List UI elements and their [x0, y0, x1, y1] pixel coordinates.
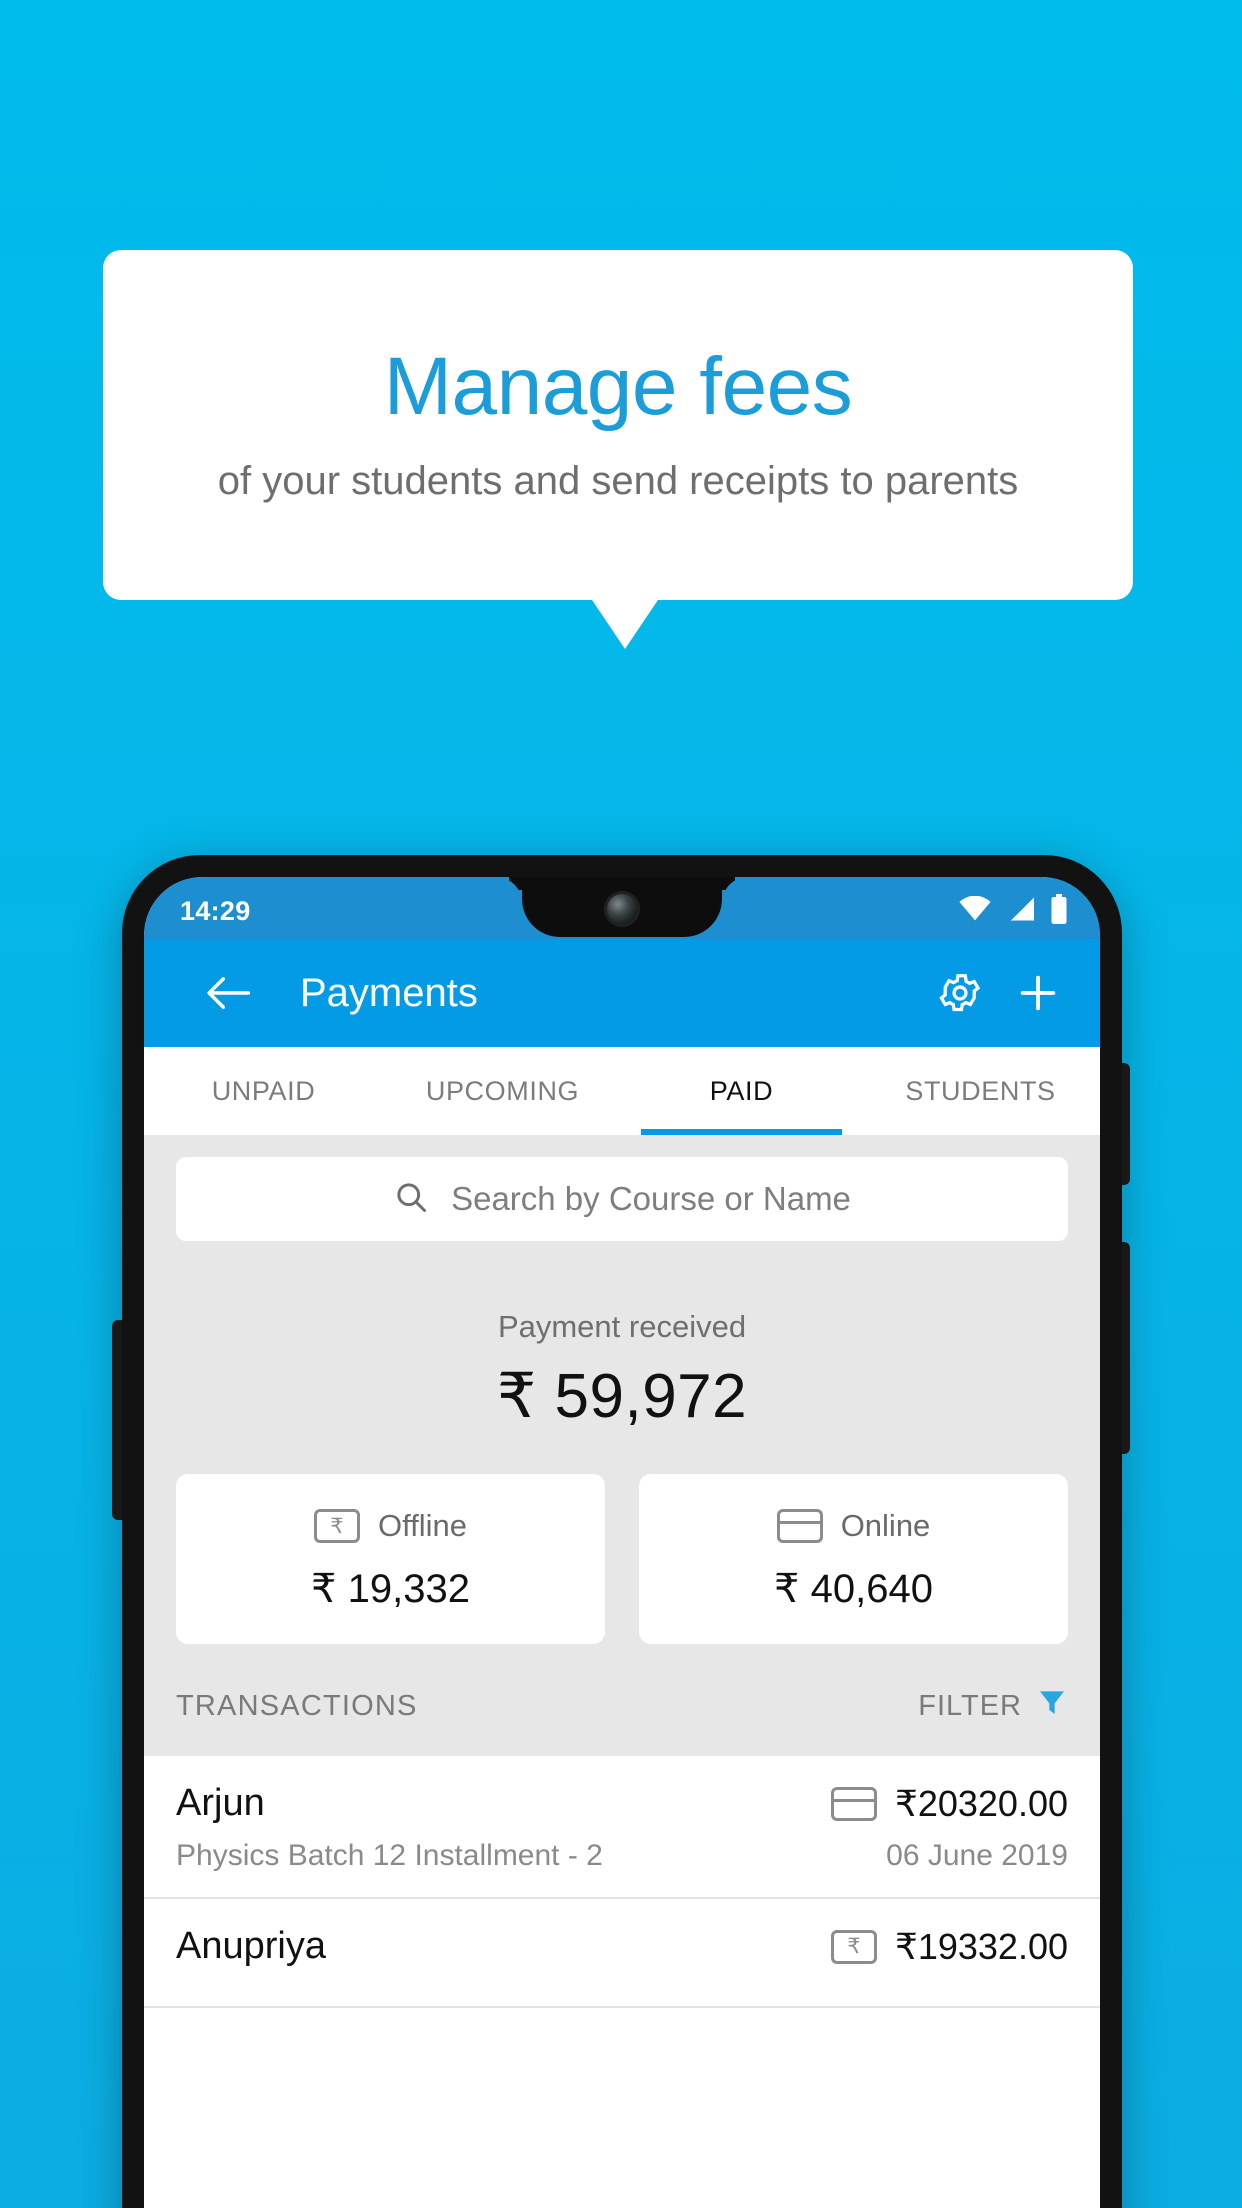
app-viewport: 14:29 Payments UNPAID UPCOMING PAID STUD…	[144, 877, 1100, 2208]
search-input[interactable]: Search by Course or Name	[176, 1157, 1068, 1241]
content-area: Search by Course or Name Payment receive…	[144, 1135, 1100, 2008]
transaction-name: Arjun	[176, 1782, 265, 1824]
credit-card-icon	[830, 1786, 877, 1821]
filter-label: FILTER	[918, 1689, 1022, 1722]
tab-unpaid[interactable]: UNPAID	[144, 1047, 383, 1135]
split-cards: ₹ Offline ₹ 19,332 Online ₹ 40,640	[144, 1438, 1100, 1644]
payment-summary: Payment received ₹ 59,972	[144, 1267, 1100, 1438]
online-card[interactable]: Online ₹ 40,640	[639, 1474, 1068, 1644]
transaction-amount-wrap: ₹20320.00	[830, 1782, 1068, 1825]
transaction-primary-line: Anupriya ₹ ₹19332.00	[176, 1925, 1068, 1968]
credit-card-icon	[776, 1509, 823, 1543]
offline-card[interactable]: ₹ Offline ₹ 19,332	[176, 1474, 605, 1644]
tab-bar: UNPAID UPCOMING PAID STUDENTS	[144, 1047, 1100, 1135]
transactions-list: Arjun ₹20320.00 Physics Batch 12 Install…	[144, 1756, 1100, 2008]
table-row[interactable]: Anupriya ₹ ₹19332.00	[144, 1899, 1100, 2008]
page-title: Manage fees	[383, 340, 853, 432]
offline-label: Offline	[377, 1508, 468, 1543]
table-row[interactable]: Arjun ₹20320.00 Physics Batch 12 Install…	[144, 1756, 1100, 1899]
transaction-amount: ₹20320.00	[894, 1782, 1068, 1824]
transactions-title: TRANSACTIONS	[176, 1689, 418, 1722]
promo-subtitle: of your students and send receipts to pa…	[217, 459, 1019, 504]
tab-students[interactable]: STUDENTS	[861, 1047, 1100, 1135]
rupee-note-icon: ₹	[830, 1929, 877, 1964]
status-time: 14:29	[180, 895, 251, 926]
promo-card: Manage fees of your students and send re…	[103, 250, 1133, 600]
transaction-amount-wrap: ₹ ₹19332.00	[830, 1925, 1068, 1968]
tab-paid[interactable]: PAID	[622, 1047, 861, 1135]
rupee-note-icon: ₹	[313, 1509, 360, 1543]
app-bar: Payments	[144, 939, 1100, 1047]
plus-icon[interactable]	[1010, 965, 1066, 1021]
online-label: Online	[840, 1508, 931, 1543]
phone-device: 14:29 Payments UNPAID UPCOMING PAID STUD…	[122, 855, 1122, 2208]
back-arrow-icon[interactable]	[200, 965, 256, 1021]
transaction-name: Anupriya	[176, 1925, 326, 1967]
search-placeholder: Search by Course or Name	[451, 1180, 851, 1217]
summary-amount: ₹ 59,972	[496, 1362, 748, 1431]
front-camera-icon	[607, 894, 637, 924]
filter-button[interactable]: FILTER	[918, 1686, 1068, 1726]
status-bar: 14:29	[144, 877, 1100, 939]
promo-screenshot: Manage fees of your students and send re…	[0, 0, 1242, 2208]
transaction-primary-line: Arjun ₹20320.00	[176, 1782, 1068, 1825]
signal-icon	[1006, 896, 1036, 927]
search-wrap: Search by Course or Name	[144, 1135, 1100, 1267]
phone-bezel: 14:29 Payments UNPAID UPCOMING PAID STUD…	[144, 877, 1100, 2208]
transaction-course: Physics Batch 12 Installment - 2	[176, 1839, 603, 1872]
online-card-head: Online	[639, 1508, 1068, 1544]
battery-icon	[1050, 893, 1068, 929]
summary-label: Payment received	[497, 1309, 747, 1344]
app-bar-title: Payments	[300, 970, 478, 1015]
search-icon	[393, 1179, 429, 1220]
gear-icon[interactable]	[932, 965, 988, 1021]
online-amount: ₹ 40,640	[774, 1567, 933, 1611]
transaction-secondary-line: Physics Batch 12 Installment - 2 06 June…	[176, 1839, 1068, 1873]
status-icons	[958, 893, 1068, 929]
offline-card-head: ₹ Offline	[176, 1508, 605, 1544]
wifi-icon	[958, 895, 992, 927]
transactions-header: TRANSACTIONS FILTER	[144, 1644, 1100, 1756]
transaction-amount: ₹19332.00	[894, 1925, 1068, 1967]
offline-amount: ₹ 19,332	[311, 1567, 470, 1611]
tab-upcoming[interactable]: UPCOMING	[383, 1047, 622, 1135]
transaction-date: 06 June 2019	[886, 1839, 1068, 1872]
funnel-icon	[1036, 1686, 1068, 1726]
promo-bubble-tail	[590, 597, 660, 649]
